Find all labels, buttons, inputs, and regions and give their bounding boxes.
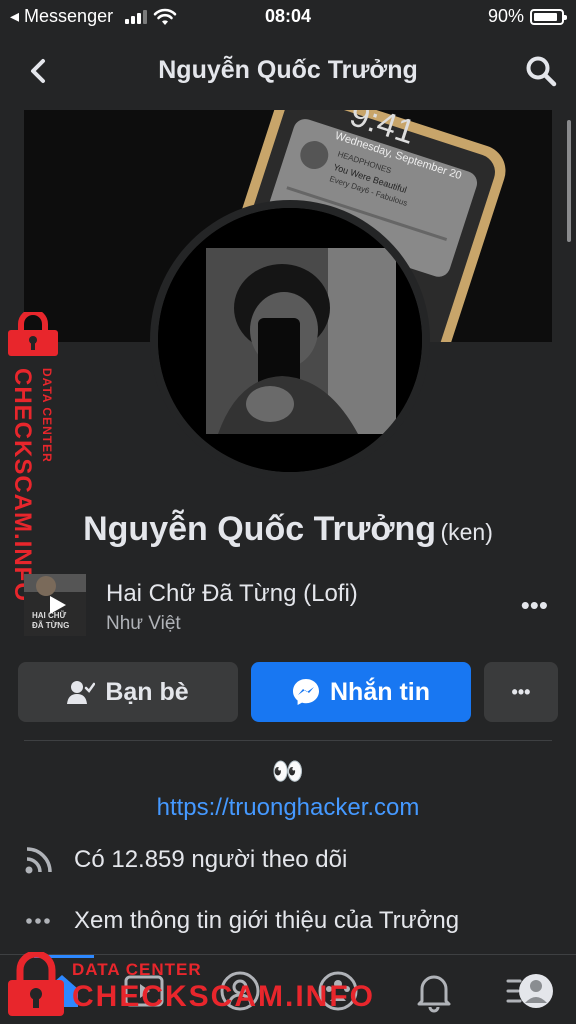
followers-text: Có 12.859 người theo dõi — [74, 846, 348, 873]
about-row[interactable]: Xem thông tin giới thiệu của Trưởng — [24, 903, 564, 939]
message-button-label: Nhắn tin — [330, 677, 430, 706]
search-icon[interactable] — [524, 54, 558, 88]
notifications-bell-icon[interactable] — [412, 969, 456, 1013]
scrollbar[interactable] — [567, 120, 571, 242]
more-options-button[interactable]: ••• — [484, 662, 558, 722]
battery-icon — [530, 8, 567, 25]
song-cover-image: HAI CHỮ ĐÃ TỪNG — [24, 574, 86, 636]
profile-display-name: Nguyễn Quốc Trưởng — [83, 510, 437, 548]
song-thumb-text-2: ĐÃ TỪNG — [32, 621, 69, 630]
song-more-button[interactable]: ••• — [521, 592, 548, 618]
status-bar: ◂ Messenger 08:04 90% — [0, 0, 576, 34]
avatar-ring[interactable] — [150, 200, 430, 480]
watermark-bottom-sub: DATA CENTER — [72, 960, 202, 979]
watermark-bottom: DATA CENTER CHECKSCAM.INFO — [0, 948, 373, 1024]
friend-check-icon — [67, 681, 96, 704]
lock-icon — [8, 312, 58, 356]
friends-button[interactable]: Bạn bè — [18, 662, 238, 722]
avatar[interactable] — [158, 208, 422, 472]
profile-alt-name: (ken) — [440, 519, 493, 545]
battery-percent: 90% — [487, 6, 524, 26]
battery-fill — [534, 12, 558, 21]
menu-icon[interactable] — [506, 969, 556, 1013]
watermark-sub: DATA CENTER — [40, 368, 54, 463]
divider — [24, 740, 552, 741]
messenger-icon — [293, 679, 319, 705]
song-artist: Như Việt — [106, 613, 181, 634]
page-title: Nguyễn Quốc Trưởng — [158, 56, 418, 84]
watermark-bottom-brand: CHECKSCAM.INFO — [72, 980, 375, 1013]
avatar-image — [158, 208, 422, 472]
watermark-brand: CHECKSCAM.INFO — [9, 368, 36, 602]
top-nav: Nguyễn Quốc Trưởng — [0, 34, 576, 108]
bio-emoji: 👀 — [271, 756, 305, 786]
more-options-label: ••• — [511, 681, 531, 702]
profile-song[interactable]: HAI CHỮ ĐÃ TỪNG Hai Chữ Đã Từng (Lofi) N… — [24, 574, 560, 638]
profile-name: Nguyễn Quốc Trưởng (ken) — [0, 510, 576, 549]
rss-icon — [25, 847, 52, 874]
watermark-side: CHECKSCAM.INFO DATA CENTER — [4, 312, 64, 602]
bio-link[interactable]: https://truonghacker.com — [0, 794, 576, 822]
lock-icon — [8, 952, 64, 1016]
song-thumbnail[interactable]: HAI CHỮ ĐÃ TỪNG — [24, 574, 86, 636]
about-text: Xem thông tin giới thiệu của Trưởng — [74, 907, 460, 934]
song-thumb-text-1: HAI CHỮ — [32, 611, 67, 620]
message-button[interactable]: Nhắn tin — [251, 662, 471, 722]
status-right: 90% — [487, 6, 567, 27]
more-dots-icon — [26, 918, 50, 924]
song-title: Hai Chữ Đã Từng (Lofi) — [106, 580, 358, 607]
friends-button-label: Bạn bè — [105, 677, 189, 706]
followers-row[interactable]: Có 12.859 người theo dõi — [24, 842, 564, 878]
